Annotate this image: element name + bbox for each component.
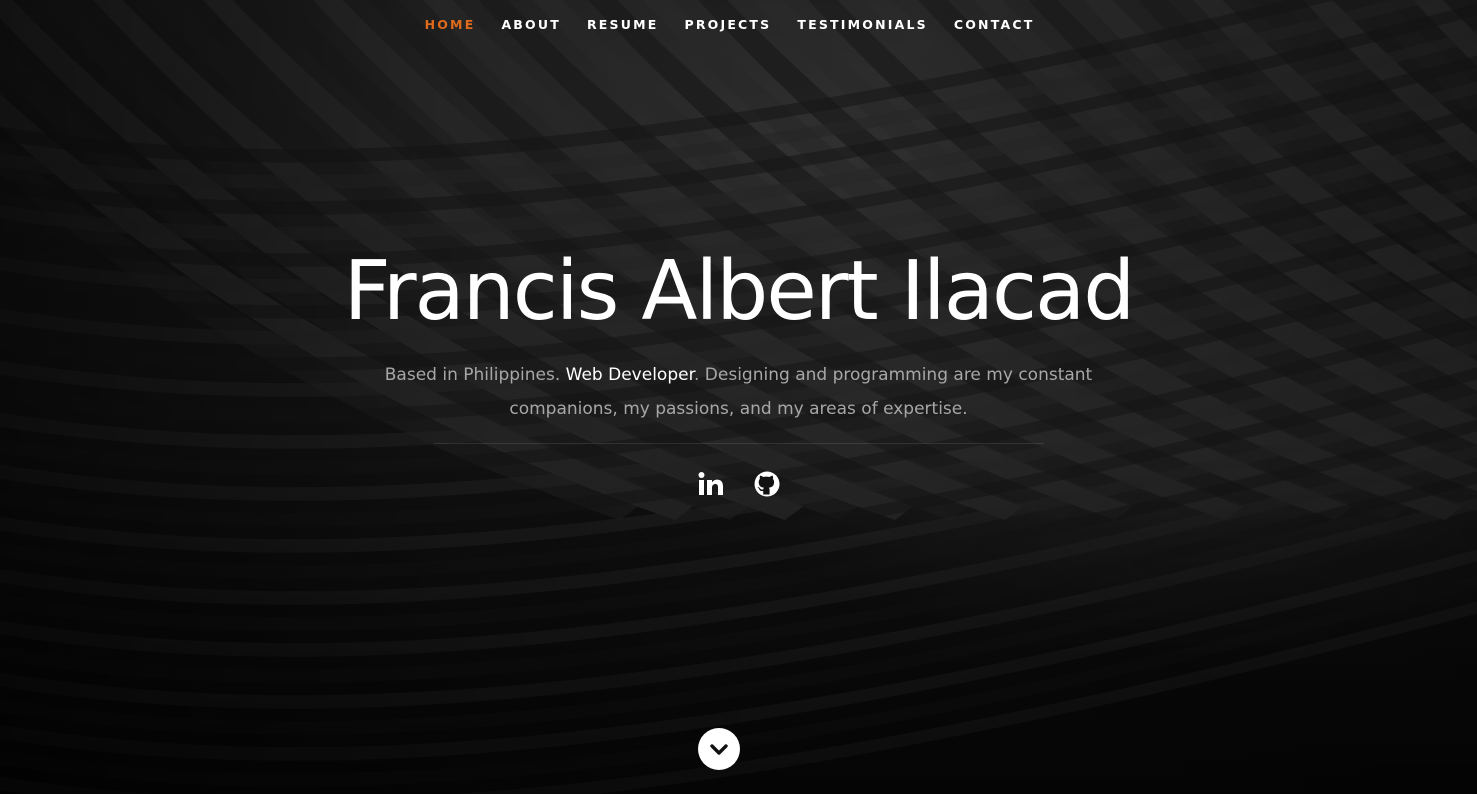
nav-link-contact[interactable]: CONTACT: [941, 17, 1048, 33]
linkedin-icon: [698, 472, 723, 495]
page-title: Francis Albert Ilacad: [343, 244, 1136, 339]
nav-link-testimonials[interactable]: TESTIMONIALS: [784, 17, 940, 33]
intro-text: Based in Philippines. Web Developer. Des…: [379, 358, 1099, 426]
hero-section: HOME ABOUT RESUME PROJECTS TESTIMONIALS …: [0, 0, 1477, 794]
nav-link-home[interactable]: HOME: [412, 17, 489, 33]
github-link[interactable]: [753, 470, 781, 498]
nav-link-resume[interactable]: RESUME: [574, 17, 672, 33]
divider: [433, 443, 1044, 444]
intro-role: Web Developer: [565, 365, 694, 385]
banner: Francis Albert Ilacad Based in Philippin…: [0, 240, 1477, 498]
github-icon: [754, 471, 779, 497]
linkedin-link[interactable]: [697, 470, 725, 498]
scroll-down-button[interactable]: [698, 728, 740, 770]
intro-prefix: Based in Philippines.: [384, 365, 566, 385]
social-links: [0, 470, 1477, 498]
chevron-down-icon: [710, 744, 728, 755]
nav-link-about[interactable]: ABOUT: [488, 17, 574, 33]
main-navigation: HOME ABOUT RESUME PROJECTS TESTIMONIALS …: [0, 0, 1477, 46]
nav-link-projects[interactable]: PROJECTS: [671, 17, 784, 33]
